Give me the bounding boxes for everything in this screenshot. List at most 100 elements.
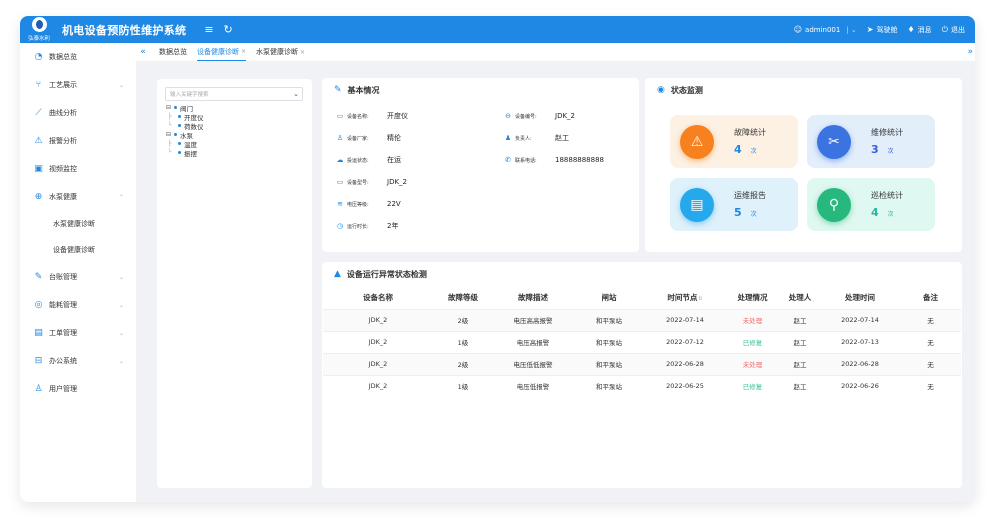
close-icon[interactable]: ×: [300, 49, 305, 56]
user-menu[interactable]: ☺ admin001 | ⌄: [794, 25, 857, 34]
table-row: JDK_2 2级 电压高高报警 和平泵站 2022-07-14 未处理 赵工 2…: [323, 308, 961, 331]
refresh-icon[interactable]: ↻: [224, 23, 233, 36]
table-row: JDK_2 1级 电压高报警 和平泵站 2022-07-12 已修复 赵工 20…: [323, 330, 961, 353]
hamburger-icon[interactable]: ≡: [204, 23, 213, 36]
field-value: 开度仪: [387, 112, 408, 120]
tree-branch-icon: ├: [168, 140, 172, 147]
sidebar-item-energy[interactable]: ◎ 能耗管理 ⌄: [20, 291, 136, 319]
table-cell: 无: [900, 330, 961, 353]
field-value: 在运: [387, 156, 401, 164]
field-label: 联系电话:: [515, 157, 537, 164]
sidebar-item-curve[interactable]: ⟋ 曲线分析: [20, 99, 136, 127]
tree-leaf-vibration[interactable]: └ 振摆: [166, 148, 312, 158]
stat-card-faults[interactable]: ⚠ 故障统计 4 次: [670, 115, 798, 168]
device-icon: ▭: [336, 112, 344, 120]
tree-search-input[interactable]: 输入关键字搜索 ⌄: [165, 87, 303, 101]
tab-label: 数据总览: [159, 48, 187, 56]
stat-unit: 次: [887, 211, 894, 218]
messages-label: 消息: [917, 25, 932, 34]
sidebar-subitem-pump-diagnosis[interactable]: 水泵健康诊断: [20, 211, 136, 237]
sidebar-item-video[interactable]: ▣ 视频监控: [20, 155, 136, 183]
table-cell: JDK_2: [323, 308, 433, 331]
sidebar-item-pump-health[interactable]: ⊕ 水泵健康 ⌃: [20, 183, 136, 211]
chevron-down-icon[interactable]: ⌄: [290, 90, 302, 98]
column-header: 故障描述: [518, 292, 548, 302]
chevron-down-icon: ⌄: [118, 273, 124, 281]
workorder-icon: ▤: [34, 328, 43, 338]
column-header-sortable[interactable]: 时间节点⇅: [645, 286, 725, 309]
device-tree: ⊟ 阀门 ├ 开度仪 └ 荷数仪 ⊟ 水泵 ├ 温度 └ 振摆: [166, 103, 312, 158]
curve-icon: ⟋: [35, 108, 42, 118]
field-value: 2年: [387, 222, 399, 230]
field-label: 设备编号:: [515, 113, 537, 120]
column-header: 处理人: [788, 292, 812, 302]
sidebar-subitem-device-diagnosis[interactable]: 设备健康诊断: [20, 237, 136, 263]
office-icon: ⊟: [34, 356, 43, 366]
table-cell: 赵工: [780, 330, 820, 353]
table-cell: 赵工: [780, 308, 820, 331]
cockpit-link[interactable]: ➤ 驾驶舱: [867, 25, 898, 35]
table-cell: 和平泵站: [573, 374, 645, 397]
table-cell: 2022-07-14: [645, 308, 725, 331]
ledger-icon: ✎: [34, 272, 43, 282]
table-cell: 无: [900, 374, 961, 397]
stat-card-repairs[interactable]: ✂ 维修统计 3 次: [807, 115, 935, 168]
field-label: 投运状态:: [347, 157, 369, 164]
sidebar-item-users[interactable]: ♙ 用户管理: [20, 375, 136, 403]
voltage-icon: ≋: [337, 200, 343, 208]
table-cell: 2022-07-13: [820, 330, 900, 353]
field-label: 负责人:: [515, 135, 532, 142]
stat-unit: 次: [750, 211, 757, 218]
tab-pump-diagnosis[interactable]: 水泵健康诊断 ×: [256, 43, 305, 61]
sidebar-item-label: 办公系统: [49, 357, 77, 365]
sidebar-item-alarm[interactable]: ⚠ 报警分析: [20, 127, 136, 155]
field-operation-status: ☁ 投运状态: 在运: [336, 149, 402, 171]
sidebar-item-ledger[interactable]: ✎ 台账管理 ⌄: [20, 263, 136, 291]
sidebar-item-label: 能耗管理: [49, 301, 77, 309]
sidebar-item-overview[interactable]: ◔ 数据总览: [20, 43, 136, 71]
table-cell: 和平泵站: [573, 352, 645, 375]
collapse-node-icon[interactable]: ⊟: [166, 131, 174, 138]
panel-header: ✎ 基本情况: [322, 78, 639, 102]
column-header: 备注: [923, 292, 938, 302]
stat-card-inspections[interactable]: ⚲ 巡检统计 4 次: [807, 178, 935, 231]
stat-unit: 次: [750, 148, 757, 155]
tab-device-diagnosis[interactable]: 设备健康诊断 ×: [197, 43, 247, 61]
bell-icon: ♦: [907, 25, 915, 34]
sidebar-item-workorder[interactable]: ▤ 工单管理 ⌄: [20, 319, 136, 347]
column-header: 设备名称: [363, 292, 393, 302]
collapse-node-icon[interactable]: ⊟: [166, 104, 174, 111]
table-cell: 2级: [433, 308, 493, 331]
table-cell: JDK_2: [323, 374, 433, 397]
username: admin001: [805, 25, 841, 34]
tab-label: 设备健康诊断: [197, 47, 239, 56]
logout-link[interactable]: ⏻ 退出: [942, 25, 965, 35]
sidebar-item-process[interactable]: ⑂ 工艺展示 ⌄: [20, 71, 136, 99]
sidebar-item-label: 用户管理: [49, 385, 77, 393]
tree-branch-icon: ├: [168, 113, 172, 120]
field-voltage: ≋ 电压等级: 22V: [336, 193, 401, 215]
sidebar-item-label: 数据总览: [49, 53, 77, 61]
table-cell: 赵工: [780, 374, 820, 397]
sort-icon[interactable]: ⇅: [698, 296, 702, 302]
stat-card-reports[interactable]: ▤ 运维报告 5 次: [670, 178, 798, 231]
report-icon: ▤: [680, 187, 714, 222]
node-dot-icon: [178, 124, 181, 127]
messages-link[interactable]: ♦ 消息: [908, 25, 932, 35]
close-icon[interactable]: ×: [241, 48, 246, 55]
sidebar-item-office[interactable]: ⊟ 办公系统 ⌄: [20, 347, 136, 375]
tab-overview[interactable]: 数据总览: [159, 43, 187, 61]
table-cell: 赵工: [780, 352, 820, 375]
field-value: 精伦: [387, 134, 401, 142]
chevron-up-icon: ⌃: [118, 193, 124, 201]
chevron-down-icon: | ⌄: [846, 25, 857, 34]
health-icon: ⊕: [34, 192, 43, 202]
cockpit-label: 驾驶舱: [876, 25, 898, 34]
collapse-sidebar-icon[interactable]: «: [137, 47, 149, 57]
field-label: 运行时长:: [347, 223, 369, 230]
node-dot-icon: [178, 142, 181, 145]
panel-title: 基本情况: [347, 85, 380, 95]
field-label: 设备名称:: [347, 113, 369, 120]
expand-tabs-icon[interactable]: »: [967, 47, 973, 57]
logo-text: 弘泰水利: [28, 35, 50, 42]
